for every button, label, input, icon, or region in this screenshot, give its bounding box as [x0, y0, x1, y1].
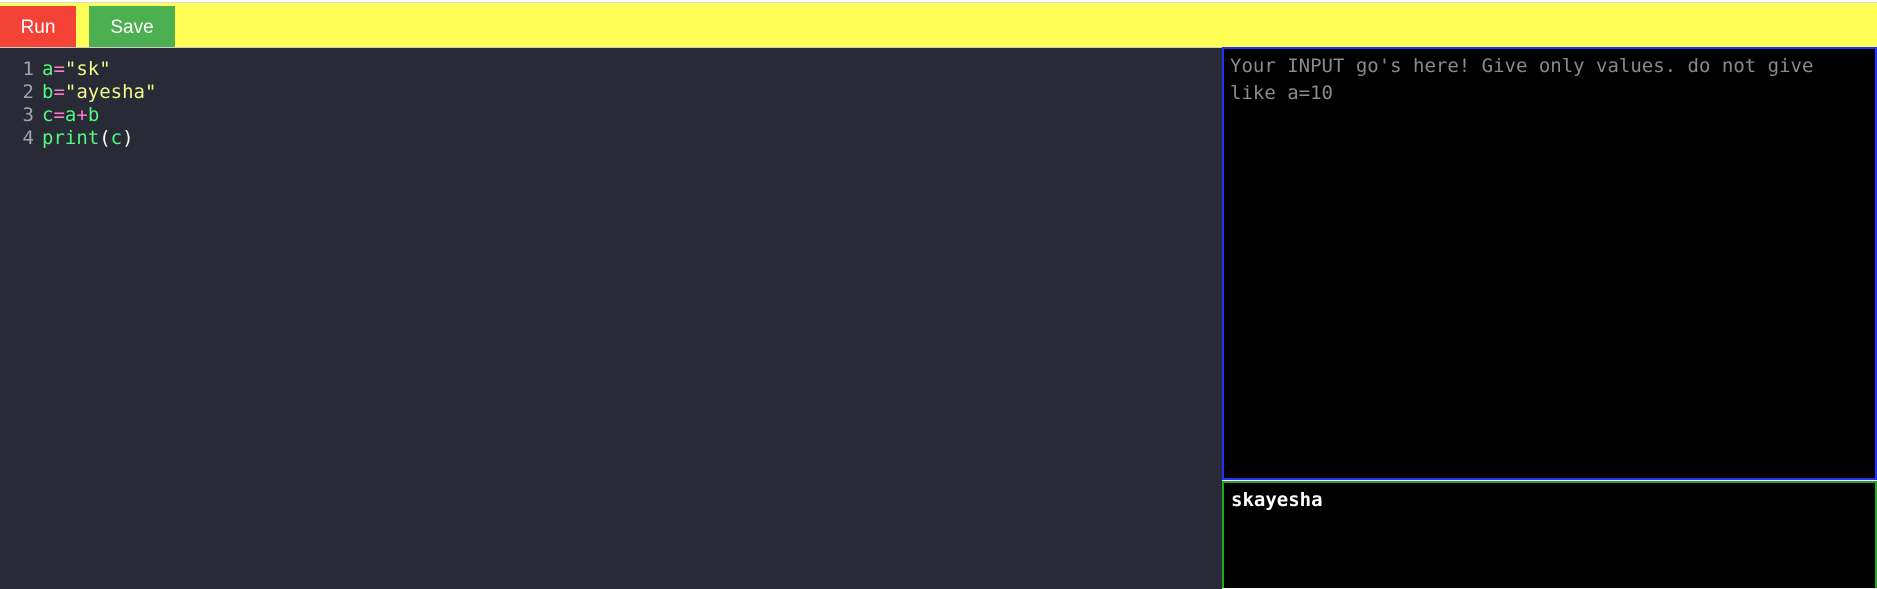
save-button[interactable]: Save	[89, 6, 175, 50]
code-token: c	[42, 104, 54, 126]
code-token: (	[99, 127, 111, 149]
code-token: a	[64, 104, 77, 126]
code-token: a	[42, 58, 54, 80]
code-token: b	[87, 104, 100, 126]
line-number: 4	[22, 127, 34, 149]
code-token: =	[53, 104, 65, 126]
code-token: =	[53, 58, 65, 80]
program-input-field[interactable]	[1230, 53, 1870, 473]
code-token: b	[42, 81, 54, 103]
toolbar: Run Save	[0, 2, 1877, 50]
input-panel	[1222, 47, 1877, 480]
program-output: skayesha	[1231, 489, 1323, 511]
code-token: =	[53, 81, 65, 103]
run-button[interactable]: Run	[0, 6, 76, 50]
code-token: "sk"	[64, 58, 111, 80]
code-editor[interactable]: 1 a="sk" 2 b="ayesha" 3 c=a+b 4 print(c)	[0, 47, 1222, 589]
code-token: +	[76, 104, 88, 126]
code-token: "ayesha"	[64, 81, 157, 103]
code-token: )	[122, 127, 134, 149]
output-panel: skayesha	[1222, 481, 1877, 588]
code-token: print	[42, 127, 100, 149]
code-line[interactable]: 4 print(c)	[0, 125, 134, 152]
code-token: c	[110, 127, 123, 149]
